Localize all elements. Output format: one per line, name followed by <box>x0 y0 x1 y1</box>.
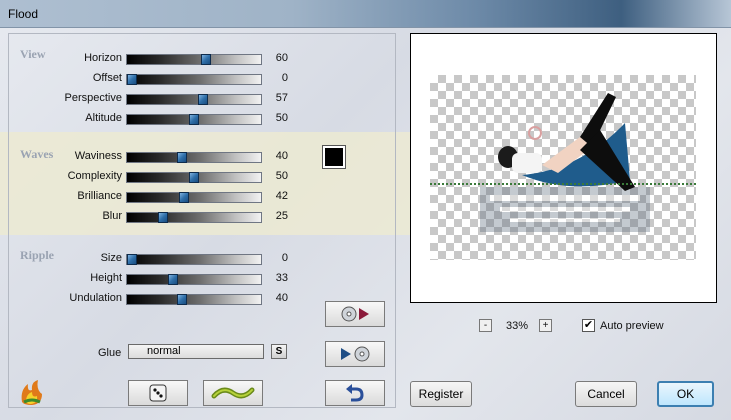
slider-label: Undulation <box>69 292 122 304</box>
cancel-button[interactable]: Cancel <box>575 381 637 407</box>
slider-track[interactable] <box>126 172 262 183</box>
slider-label: Altitude <box>85 112 122 124</box>
undo-arrow-icon <box>346 384 364 402</box>
slider-value: 57 <box>275 92 288 104</box>
wave-button[interactable] <box>203 380 263 406</box>
slider-track[interactable] <box>126 254 262 265</box>
slider-value: 50 <box>275 112 288 124</box>
slider-thumb[interactable] <box>198 94 208 105</box>
wave-icon <box>211 387 255 399</box>
slider-label: Blur <box>102 210 122 222</box>
slider-thumb[interactable] <box>177 294 187 305</box>
slider-label: Height <box>90 272 122 284</box>
random-button[interactable] <box>128 380 188 406</box>
slider-thumb[interactable] <box>127 74 137 85</box>
slider-value: 60 <box>275 52 288 64</box>
glue-select[interactable]: normal <box>128 344 264 359</box>
window-title: Flood <box>8 7 39 21</box>
auto-preview-checkbox[interactable]: ✔ <box>582 319 595 332</box>
disc-to-play-icon <box>341 306 369 322</box>
slider-label: Waviness <box>74 150 122 162</box>
slider-track[interactable] <box>126 74 262 85</box>
slider-track[interactable] <box>126 94 262 105</box>
slider-thumb[interactable] <box>127 254 137 265</box>
slider-track[interactable] <box>126 274 262 285</box>
slider-thumb[interactable] <box>201 54 211 65</box>
glue-label: Glue <box>98 347 122 359</box>
slider-thumb[interactable] <box>179 192 189 203</box>
slider-track[interactable] <box>126 192 262 203</box>
zoom-in-button[interactable]: + <box>539 319 552 332</box>
horizon-guide[interactable] <box>430 183 696 185</box>
slider-thumb[interactable] <box>189 114 199 125</box>
save-preset-button[interactable] <box>325 301 385 327</box>
slider-thumb[interactable] <box>177 152 187 163</box>
slider-track[interactable] <box>126 54 262 65</box>
register-button[interactable]: Register <box>410 381 472 407</box>
dice-icon <box>149 384 167 402</box>
zoom-out-button[interactable]: - <box>479 319 492 332</box>
glue-s-button[interactable]: S <box>271 344 287 359</box>
slider-value: 33 <box>275 272 288 284</box>
slider-label: Size <box>100 252 122 264</box>
auto-preview-label: Auto preview <box>600 320 664 332</box>
slider-label: Perspective <box>64 92 122 104</box>
slider-track[interactable] <box>126 294 262 305</box>
slider-value: 50 <box>275 170 288 182</box>
slider-value: 25 <box>275 210 288 222</box>
slider-label: Complexity <box>67 170 122 182</box>
title-bar: Flood <box>0 0 731 28</box>
slider-value: 0 <box>281 252 288 264</box>
flame-logo-icon <box>21 380 42 405</box>
slider-value: 40 <box>275 150 288 162</box>
load-preset-button[interactable] <box>325 341 385 367</box>
slider-track[interactable] <box>126 114 262 125</box>
zoom-level: 33% <box>506 320 529 332</box>
ok-button[interactable]: OK <box>657 381 714 407</box>
slider-value: 0 <box>281 72 288 84</box>
preview-image <box>480 93 650 232</box>
slider-thumb[interactable] <box>168 274 178 285</box>
slider-thumb[interactable] <box>158 212 168 223</box>
play-to-disc-icon <box>341 346 370 362</box>
slider-value: 42 <box>275 190 288 202</box>
flood-dialog: Flood View Waves Ripple Horizon 60 Offset 0… <box>0 0 731 420</box>
undo-button[interactable] <box>325 380 385 406</box>
slider-track[interactable] <box>126 212 262 223</box>
slider-label: Brilliance <box>77 190 122 202</box>
slider-thumb[interactable] <box>189 172 199 183</box>
slider-label: Horizon <box>84 52 122 64</box>
slider-label: Offset <box>92 72 122 84</box>
slider-value: 40 <box>275 292 288 304</box>
wave-color-swatch[interactable] <box>322 145 346 169</box>
slider-track[interactable] <box>126 152 262 163</box>
